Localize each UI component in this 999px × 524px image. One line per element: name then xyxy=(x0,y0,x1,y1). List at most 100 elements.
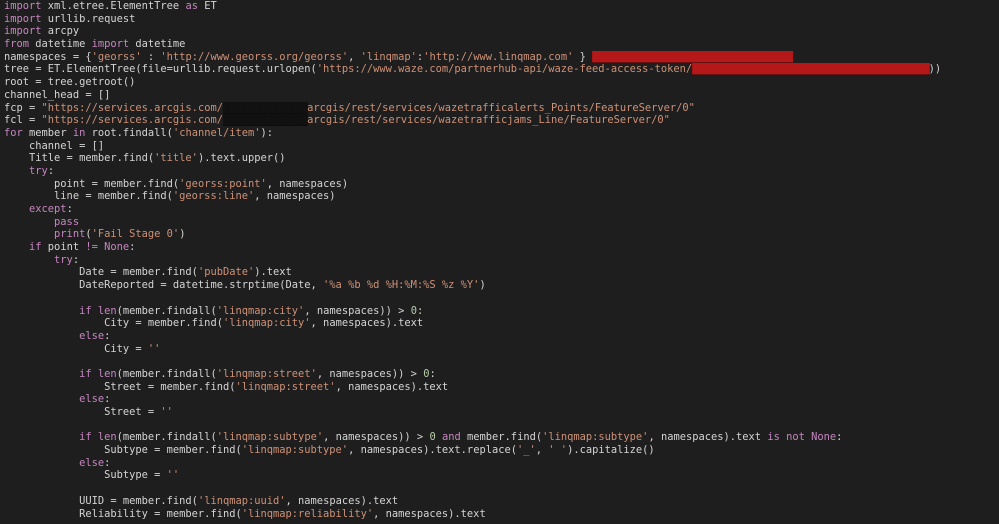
code-line[interactable]: else: xyxy=(4,330,999,343)
code-text: point = member.find( xyxy=(4,177,180,190)
code-keyword: import xyxy=(4,25,42,38)
code-line[interactable]: channel = [] xyxy=(4,140,999,153)
code-keyword: != xyxy=(85,241,98,254)
code-text: : xyxy=(429,367,436,380)
code-keyword: if xyxy=(29,241,42,254)
code-line[interactable]: channel_head = [] xyxy=(4,89,999,102)
code-text: (member.findall( xyxy=(116,431,217,444)
code-line[interactable]: try: xyxy=(4,254,999,267)
code-string: '' xyxy=(166,469,180,482)
code-text: )) xyxy=(928,63,942,76)
code-text: Subtype = xyxy=(4,469,167,482)
code-keyword: print xyxy=(54,228,86,241)
code-line[interactable]: UUID = member.find('linqmap:uuid', names… xyxy=(4,495,999,508)
code-text: Title = member.find( xyxy=(4,152,155,165)
code-text: , xyxy=(348,50,361,63)
code-string: 'channel/item' xyxy=(172,126,261,139)
code-line[interactable]: fcl = "https://services.arcgis.com/█████… xyxy=(4,114,999,127)
code-text: root = tree.getroot() xyxy=(4,76,136,89)
code-line[interactable]: else: xyxy=(4,393,999,406)
code-line[interactable]: City = member.find('linqmap:city', names… xyxy=(4,317,999,330)
code-line[interactable]: if len(member.findall('linqmap:subtype',… xyxy=(4,431,999,444)
code-line[interactable]: pass xyxy=(4,216,999,229)
code-lines: import xml.etree.ElementTree as ET import… xyxy=(4,0,999,520)
code-line[interactable]: Subtype = member.find('linqmap:subtype',… xyxy=(4,444,999,457)
code-line[interactable]: for member in root.findall('channel/item… xyxy=(4,127,999,140)
code-line[interactable]: City = '' xyxy=(4,343,999,356)
code-keyword: from xyxy=(4,38,30,51)
code-text: urllib.request xyxy=(41,12,136,25)
code-text: channel_head = [] xyxy=(4,88,111,101)
code-keyword: len xyxy=(97,304,117,317)
code-line[interactable]: except: xyxy=(4,203,999,216)
code-text: , namespaces) xyxy=(254,190,336,203)
code-string: 'pubDate' xyxy=(197,266,255,279)
code-line[interactable]: Reliability = member.find('linqmap:relia… xyxy=(4,508,999,521)
code-line[interactable]: root = tree.getroot() xyxy=(4,76,999,89)
code-text: : xyxy=(129,241,136,254)
code-line[interactable]: fcp = "https://services.arcgis.com/█████… xyxy=(4,101,999,115)
code-text: fcl = xyxy=(4,114,42,127)
code-line[interactable]: line = member.find('georss:line', namesp… xyxy=(4,190,999,203)
code-line[interactable] xyxy=(4,355,999,368)
code-line[interactable]: tree = ET.ElementTree(file=urllib.reques… xyxy=(4,63,999,76)
code-line[interactable]: if len(member.findall('linqmap:street', … xyxy=(4,368,999,381)
code-keyword: if xyxy=(79,431,92,444)
code-line[interactable]: import arcpy xyxy=(4,25,999,38)
code-text: ) xyxy=(179,228,186,241)
code-text: DateReported = datetime.strptime(Date, xyxy=(4,279,324,292)
code-text: root.findall( xyxy=(85,126,173,139)
code-text: (member.findall( xyxy=(116,304,217,317)
code-keyword: pass xyxy=(54,215,80,228)
code-line[interactable]: Street = member.find('linqmap:street', n… xyxy=(4,381,999,394)
code-text: arcpy xyxy=(41,25,80,38)
code-string: '' xyxy=(160,406,173,418)
code-string: 'linqmap:street' xyxy=(216,367,317,380)
code-line[interactable]: else: xyxy=(4,457,999,470)
code-line[interactable]: DateReported = datetime.strptime(Date, '… xyxy=(4,279,999,292)
code-text: Street = member.find( xyxy=(4,380,236,393)
code-line[interactable]: from datetime import datetime xyxy=(4,38,999,51)
code-string: "https://services.arcgis.com/ xyxy=(41,101,223,114)
code-line[interactable]: namespaces = {'georss' : 'http://www.geo… xyxy=(4,50,999,64)
code-text: ).text xyxy=(254,266,292,279)
redaction-scribble: ████████████████████████████████████████… xyxy=(692,63,930,76)
code-text: ).text.upper() xyxy=(197,152,286,165)
code-text: ET xyxy=(197,0,217,12)
code-line[interactable]: Date = member.find('pubDate').text xyxy=(4,266,999,279)
code-line[interactable]: try: xyxy=(4,165,999,178)
code-editor[interactable]: import xml.etree.ElementTree as ET import… xyxy=(0,0,999,524)
code-line[interactable]: if len(member.findall('linqmap:city', na… xyxy=(4,305,999,318)
code-line[interactable]: if point != None: xyxy=(4,241,999,254)
code-text: : xyxy=(66,203,73,215)
code-text: fcp = xyxy=(4,101,42,114)
code-line[interactable]: import urllib.request xyxy=(4,13,999,26)
code-keyword: else xyxy=(79,456,105,469)
code-string: 'https://www.waze.com/partnerhub-api/waz… xyxy=(316,63,693,76)
code-text: : xyxy=(104,393,111,406)
code-string: ' ' xyxy=(548,444,568,457)
code-line[interactable] xyxy=(4,482,999,495)
code-string: 'http://www.georss.org/georss' xyxy=(160,50,349,63)
code-line[interactable]: Subtype = '' xyxy=(4,469,999,482)
code-line[interactable] xyxy=(4,292,999,305)
code-text: member xyxy=(22,126,73,139)
code-text: ) xyxy=(479,279,486,292)
code-line[interactable]: point = member.find('georss:point', name… xyxy=(4,178,999,191)
code-keyword: import xyxy=(4,12,42,25)
code-line[interactable]: print('Fail Stage 0') xyxy=(4,228,999,241)
code-line[interactable]: import xml.etree.ElementTree as ET xyxy=(4,0,999,13)
code-text: , namespaces)) > xyxy=(316,367,424,380)
code-text: ).capitalize() xyxy=(567,444,655,457)
code-keyword: len xyxy=(97,431,117,444)
code-keyword: except xyxy=(29,203,67,215)
code-line[interactable]: Title = member.find('title').text.upper(… xyxy=(4,152,999,165)
code-line[interactable] xyxy=(4,419,999,432)
code-text: : xyxy=(72,253,80,266)
code-text: datetime xyxy=(129,38,186,51)
code-line[interactable]: Street = '' xyxy=(4,406,999,419)
